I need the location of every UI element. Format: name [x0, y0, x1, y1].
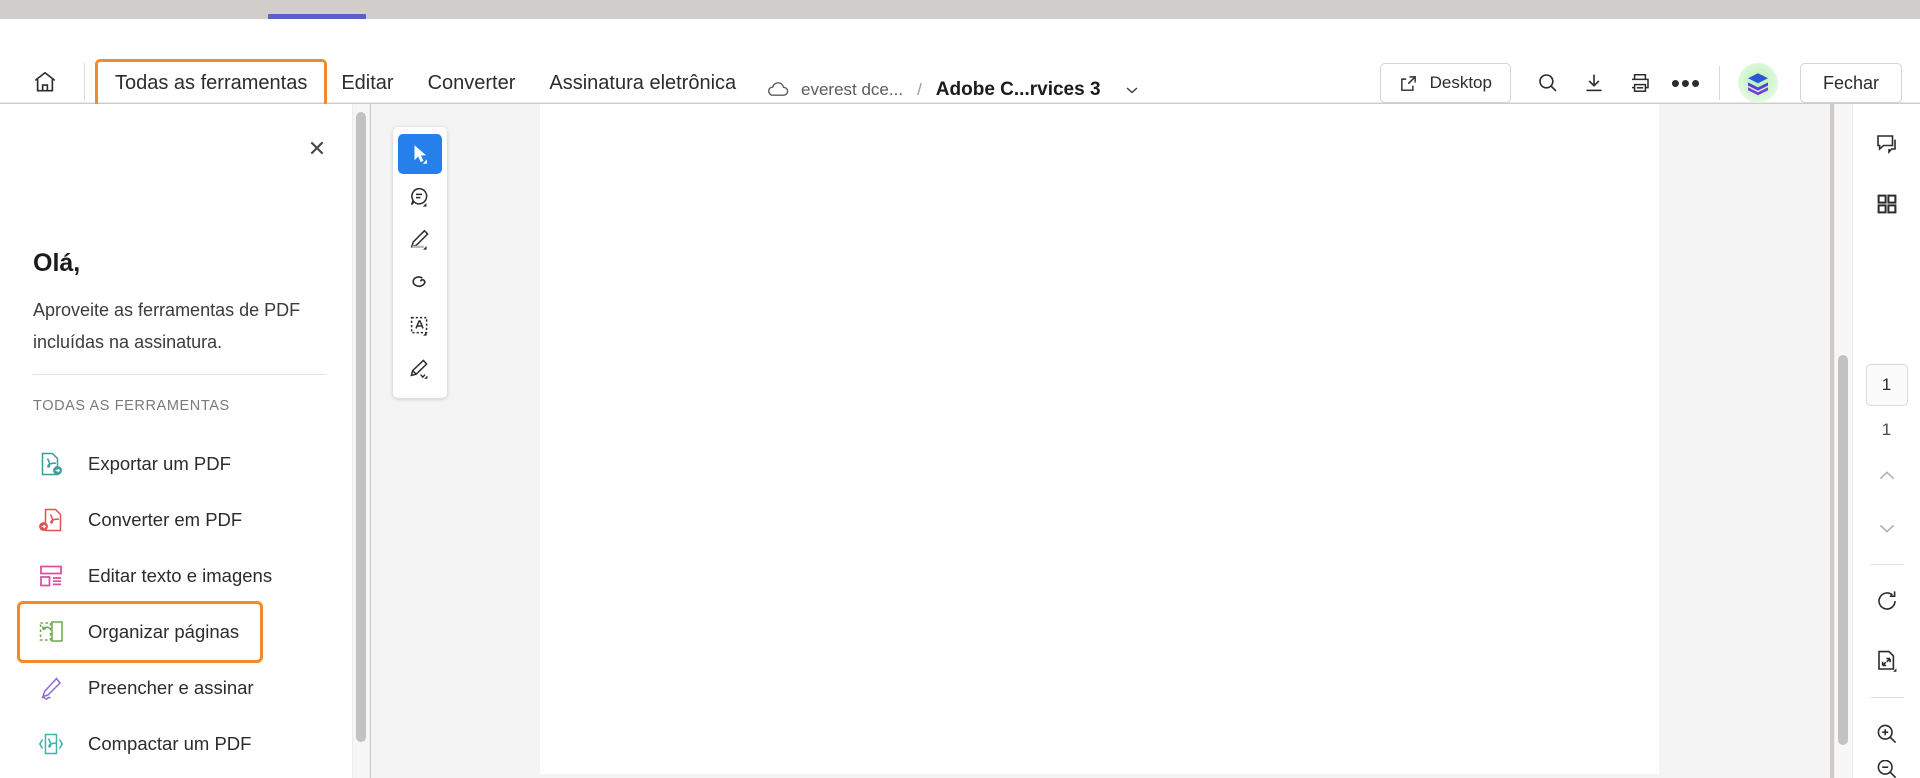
compress-pdf-icon [36, 729, 66, 759]
tool-item-label: Exportar um PDF [88, 453, 231, 474]
more-options-button[interactable]: ••• [1663, 60, 1709, 106]
tool-item-label: Converter em PDF [88, 509, 243, 530]
home-icon [32, 69, 58, 95]
zoom-out-icon [1874, 760, 1900, 778]
page-total-label: 1 [1881, 420, 1892, 439]
panel-subtitle: Aproveite as ferramentas de PDF incluída… [33, 300, 301, 352]
palette-text-button[interactable] [398, 306, 442, 346]
tab-editar[interactable]: Editar [324, 62, 410, 105]
tab-assinatura-eletronica[interactable]: Assinatura eletrônica [532, 62, 753, 105]
tab-converter[interactable]: Converter [411, 62, 533, 105]
home-button[interactable] [22, 59, 68, 105]
breadcrumb: everest dce... / Adobe C...rvices 3 [765, 75, 1141, 105]
tool-item-label: Organizar páginas [88, 621, 240, 642]
app-header: Todas as ferramentas Editar Converter As… [0, 19, 1920, 126]
highlight-icon [408, 228, 432, 252]
palette-signature-button[interactable] [398, 349, 442, 389]
tool-tabs: Todas as ferramentas Editar Converter As… [94, 58, 753, 108]
tool-item-converter-em-pdf[interactable]: Converter em PDF [0, 492, 352, 548]
open-in-desktop-button[interactable]: Desktop [1379, 63, 1511, 103]
header-actions: Desktop ••• Fechar [1379, 59, 1902, 107]
tool-item-organizar-paginas[interactable]: Organizar páginas [17, 601, 263, 663]
breadcrumb-file-name[interactable]: Adobe C...rvices 3 [936, 79, 1101, 101]
tool-item-editar-texto-e-imagens[interactable]: Editar texto e imagens [0, 548, 352, 604]
palette-select-button[interactable] [398, 134, 442, 174]
select-cursor-icon [408, 142, 432, 166]
acrobat-window: Todas as ferramentas Editar Converter As… [0, 0, 1920, 778]
export-pdf-icon [36, 449, 66, 479]
rotate-clockwise-icon [1874, 588, 1900, 614]
header-divider-right [1718, 66, 1720, 100]
panel-divider [33, 374, 326, 375]
fill-sign-icon [36, 673, 66, 703]
palette-comment-button[interactable] [398, 177, 442, 217]
zoom-in-button[interactable] [1862, 708, 1912, 760]
tab-todas-as-ferramentas[interactable]: Todas as ferramentas [94, 58, 328, 108]
zoom-in-icon [1874, 721, 1900, 747]
download-icon [1582, 71, 1606, 95]
tool-list: Exportar um PDF Converter em PDF Editar … [0, 436, 352, 778]
search-button[interactable] [1525, 60, 1571, 106]
header-divider-left [84, 63, 85, 101]
search-icon [1536, 71, 1560, 95]
next-page-button[interactable] [1862, 502, 1912, 554]
comment-icon [1874, 131, 1900, 157]
avatar[interactable] [1737, 63, 1778, 103]
tool-item-combinar-arquivos[interactable]: Combinar arquivos [0, 772, 352, 778]
tool-item-label: Compactar um PDF [88, 733, 252, 754]
tool-item-compactar-um-pdf[interactable]: Compactar um PDF [0, 716, 352, 772]
organize-pages-icon [36, 617, 66, 647]
rail-divider-2 [1869, 697, 1904, 698]
rotate-button[interactable] [1862, 575, 1912, 627]
download-button[interactable] [1571, 60, 1617, 106]
sidebar-scrollbar-thumb[interactable] [356, 112, 366, 742]
print-button[interactable] [1617, 60, 1663, 106]
fit-page-button[interactable] [1862, 635, 1912, 687]
panel-section-title: TODAS AS FERRAMENTAS [33, 398, 230, 414]
tool-item-exportar-um-pdf[interactable]: Exportar um PDF [0, 436, 352, 492]
fit-page-icon [1874, 648, 1900, 674]
document-page[interactable] [540, 104, 1659, 774]
open-in-desktop-label: Desktop [1429, 73, 1492, 92]
cloud-icon [765, 80, 791, 100]
add-comment-icon [408, 185, 432, 209]
document-viewport [371, 104, 1830, 778]
quick-tools-palette [393, 127, 447, 398]
more-horizontal-icon: ••• [1670, 68, 1702, 98]
document-scrollbar-thumb[interactable] [1838, 355, 1848, 745]
chevron-up-icon [1875, 464, 1899, 488]
convert-pdf-icon [36, 505, 66, 535]
palette-highlight-button[interactable] [398, 220, 442, 260]
zoom-out-button[interactable] [1862, 760, 1912, 778]
comments-button[interactable] [1862, 118, 1912, 170]
tool-item-label: Preencher e assinar [88, 677, 254, 698]
draw-lasso-icon [408, 271, 432, 295]
breadcrumb-separator: / [917, 80, 922, 99]
page-thumbnails-icon [1875, 192, 1899, 216]
rail-divider-1 [1869, 564, 1904, 565]
palette-draw-button[interactable] [398, 263, 442, 303]
tools-sidebar: ✕ Olá, Aproveite as ferramentas de PDF i… [0, 104, 352, 778]
signature-pen-icon [408, 357, 432, 381]
tool-item-label: Editar texto e imagens [88, 565, 273, 586]
chevron-down-icon[interactable] [1123, 81, 1141, 99]
open-external-icon [1399, 74, 1418, 93]
page-thumbnails-button[interactable] [1862, 178, 1912, 230]
print-icon [1628, 71, 1652, 95]
page-number-input[interactable]: 1 [1865, 364, 1908, 406]
breadcrumb-folder[interactable]: everest dce... [801, 80, 903, 100]
adobe-avatar-icon [1745, 70, 1771, 96]
edit-text-icon [36, 561, 66, 591]
right-toolbar: 1 1 [1852, 104, 1920, 778]
close-button[interactable]: Fechar [1799, 63, 1902, 103]
text-box-icon [408, 314, 432, 338]
close-icon[interactable]: ✕ [304, 136, 330, 162]
previous-page-button[interactable] [1862, 450, 1912, 502]
chevron-down-icon [1875, 516, 1899, 540]
tool-item-preencher-e-assinar[interactable]: Preencher e assinar [0, 660, 352, 716]
panel-greeting: Olá, [33, 249, 81, 277]
